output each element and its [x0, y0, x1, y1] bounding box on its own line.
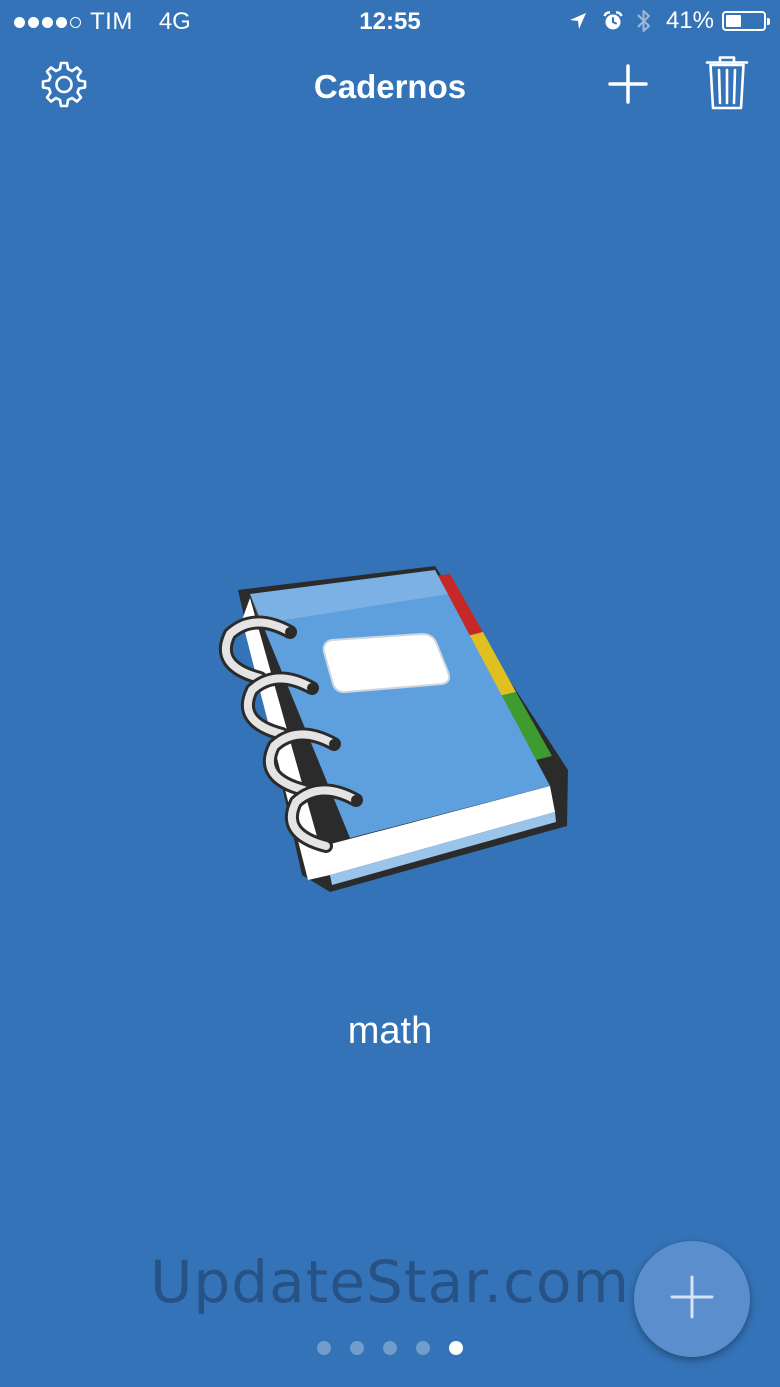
page-dot[interactable] [350, 1341, 364, 1355]
status-right: 41% [568, 7, 770, 35]
battery-fill [726, 15, 741, 27]
floating-add-button[interactable] [634, 1241, 750, 1357]
status-bar: TIM 4G 12:55 41% [0, 0, 780, 42]
plus-icon [608, 63, 648, 109]
delete-button[interactable] [700, 54, 754, 116]
battery-icon [722, 11, 770, 31]
page-dot[interactable] [416, 1341, 430, 1355]
trash-icon [705, 55, 749, 116]
page-indicator [0, 1341, 780, 1355]
battery-percent: 41% [665, 7, 714, 34]
page-title: Cadernos [313, 68, 467, 105]
page-dot[interactable] [317, 1341, 331, 1355]
add-notebook-button[interactable] [600, 58, 656, 114]
plus-icon [669, 1274, 715, 1325]
bluetooth-icon [636, 8, 652, 34]
page-dot[interactable] [383, 1341, 397, 1355]
notebook-card[interactable] [190, 550, 590, 910]
notebook-name[interactable]: math [0, 1010, 780, 1053]
location-icon [568, 11, 588, 31]
page-dot[interactable] [449, 1341, 463, 1355]
notebook-icon [190, 566, 590, 914]
alarm-icon [602, 10, 624, 32]
nav-bar: Cadernos [0, 42, 780, 132]
